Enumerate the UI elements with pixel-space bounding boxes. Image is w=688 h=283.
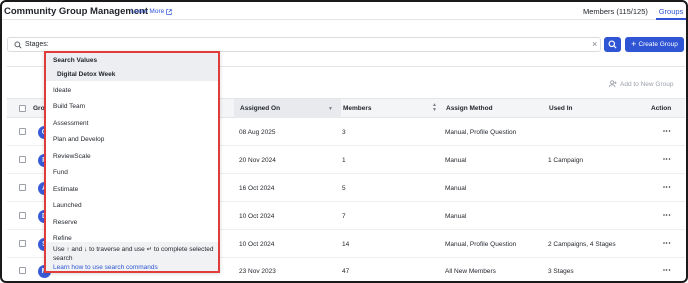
dropdown-item[interactable]: Ideate [53,87,71,94]
members-cell: 1 [342,157,346,164]
page-header: Community Group Management Learn More Me… [2,2,686,20]
row-checkbox[interactable] [19,128,26,135]
members-cell: 47 [342,268,350,275]
assign-method-cell: Manual [445,213,467,220]
assign-method-cell: Manual [445,185,467,192]
search-button[interactable] [604,37,621,52]
create-group-button[interactable]: + Create Group [625,37,684,52]
dropdown-footer: Use ↑ and ↓ to traverse and use ↵ to com… [46,242,218,271]
assign-method-cell: All New Members [445,268,496,275]
column-header-members[interactable]: Members [343,105,372,112]
search-suggestions-dropdown: Search Values Digital Detox Week Ideate … [44,51,220,273]
dropdown-item[interactable]: Build Team [53,103,85,110]
tab-groups[interactable]: Groups [656,2,686,20]
assigned-on-cell: 10 Oct 2024 [239,241,275,248]
dropdown-item[interactable]: Assessment [53,120,88,127]
learn-more-link[interactable]: Learn More [131,8,173,15]
dropdown-item-selected[interactable]: Digital Detox Week [57,71,115,78]
search-input[interactable]: Stages: × [7,37,601,52]
assign-method-cell: Manual, Profile Question [445,241,517,248]
column-header-assign-method: Assign Method [446,105,493,112]
assigned-on-cell: 10 Oct 2024 [239,213,275,220]
add-to-new-group-label: Add to New Group [620,80,674,88]
row-checkbox[interactable] [19,156,26,163]
tab-members[interactable]: Members (115/125) [583,7,648,16]
row-checkbox[interactable] [19,184,26,191]
sort-icon[interactable]: ▲ ▼ [432,103,437,113]
search-query: Stages: [25,41,49,48]
dropdown-item[interactable]: ReviewScale [53,153,91,160]
sort-desc-icon[interactable]: ▼ [328,106,333,112]
dropdown-item[interactable]: Estimate [53,186,78,193]
assigned-on-cell: 08 Aug 2025 [239,129,276,136]
used-in-cell[interactable]: 1 Campaign [548,157,583,164]
members-cell: 3 [342,129,346,136]
add-user-icon [609,80,617,88]
row-checkbox[interactable] [19,240,26,247]
plus-icon: + [631,39,637,49]
dropdown-item[interactable]: Plan and Develop [53,136,104,143]
members-cell: 5 [342,185,346,192]
external-link-icon [166,8,173,15]
column-header-used-in: Used In [549,105,573,112]
dropdown-item[interactable]: Launched [53,202,82,209]
used-in-cell[interactable]: 2 Campaigns, 4 Stages [548,241,616,248]
column-header-assigned-on[interactable]: Assigned On [240,105,280,112]
keyboard-hint: Use ↑ and ↓ to traverse and use ↵ to com… [53,246,214,262]
assigned-on-cell: 16 Oct 2024 [239,185,275,192]
dropdown-heading: Search Values [53,57,98,64]
search-help-link[interactable]: Learn how to use search commands [53,264,158,271]
select-all-checkbox[interactable] [19,105,26,112]
column-header-action: Action [651,105,672,112]
search-icon [608,40,617,49]
used-in-cell[interactable]: 3 Stages [548,268,574,275]
members-cell: 14 [342,241,350,248]
dropdown-item[interactable]: Reserve [53,219,77,226]
row-checkbox[interactable] [19,212,26,219]
assigned-on-cell: 23 Nov 2023 [239,268,276,275]
assigned-on-cell: 20 Nov 2024 [239,157,276,164]
more-actions-icon[interactable]: ⋮ [662,266,671,273]
more-actions-icon[interactable]: ⋮ [662,155,671,162]
more-actions-icon[interactable]: ⋮ [662,211,671,218]
assign-method-cell: Manual [445,157,467,164]
app-window: Community Group Management Learn More Me… [0,0,688,283]
dropdown-item[interactable]: Refine [53,235,72,242]
row-checkbox[interactable] [19,267,26,274]
page-title: Community Group Management [4,6,149,17]
learn-more-label: Learn More [131,8,165,15]
dropdown-item[interactable]: Fund [53,169,68,176]
close-icon[interactable]: × [592,39,597,49]
more-actions-icon[interactable]: ⋮ [662,127,671,134]
members-cell: 7 [342,213,346,220]
add-to-new-group-button[interactable]: Add to New Group [609,80,673,88]
more-actions-icon[interactable]: ⋮ [662,239,671,246]
assign-method-cell: Manual, Profile Question [445,129,517,136]
search-icon [14,41,22,49]
more-actions-icon[interactable]: ⋮ [662,183,671,190]
create-group-label: Create Group [638,41,678,48]
